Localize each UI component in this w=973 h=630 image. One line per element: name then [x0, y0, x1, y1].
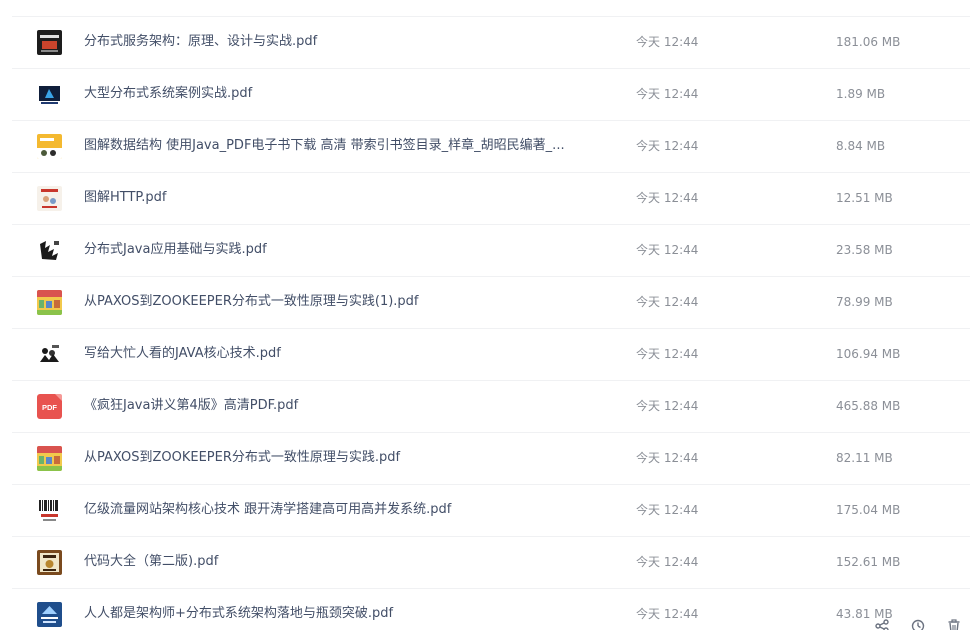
file-row[interactable]: 图解数据结构 使用Java_PDF电子书下载 高清 带索引书签目录_样章_胡昭民…	[12, 121, 970, 173]
book-cover-icon	[37, 342, 62, 367]
file-name[interactable]: 图解数据结构 使用Java_PDF电子书下载 高清 带索引书签目录_样章_胡昭民…	[84, 136, 604, 156]
file-time: 今天 12:44	[636, 35, 699, 49]
file-size: 152.61 MB	[836, 555, 901, 569]
book-cover-icon	[37, 238, 62, 263]
book-cover-icon	[37, 134, 62, 159]
book-cover-icon	[37, 186, 62, 211]
file-name[interactable]: 人人都是架构师+分布式系统架构落地与瓶颈突破.pdf	[84, 604, 604, 624]
file-size: 181.06 MB	[836, 35, 901, 49]
history-icon[interactable]	[911, 618, 925, 630]
file-time: 今天 12:44	[636, 399, 699, 413]
file-row[interactable]: 从PAXOS到ZOOKEEPER分布式一致性原理与实践.pdf 今天 12:44…	[12, 433, 970, 485]
file-row[interactable]: 分布式服务架构：原理、设计与实战.pdf 今天 12:44 181.06 MB	[12, 16, 970, 69]
file-time: 今天 12:44	[636, 347, 699, 361]
book-cover-icon	[37, 550, 62, 575]
file-row[interactable]: 代码大全（第二版).pdf 今天 12:44 152.61 MB	[12, 537, 970, 589]
file-size: 106.94 MB	[836, 347, 901, 361]
file-time: 今天 12:44	[636, 243, 699, 257]
file-row[interactable]: 从PAXOS到ZOOKEEPER分布式一致性原理与实践(1).pdf 今天 12…	[12, 277, 970, 329]
file-name[interactable]: 分布式服务架构：原理、设计与实战.pdf	[84, 32, 604, 52]
book-cover-icon	[37, 498, 62, 523]
file-name[interactable]: 亿级流量网站架构核心技术 跟开涛学搭建高可用高并发系统.pdf	[84, 500, 604, 520]
file-size: 23.58 MB	[836, 243, 893, 257]
pdf-badge-label: PDF	[42, 403, 57, 412]
share-icon[interactable]	[875, 618, 889, 630]
book-cover-icon	[37, 82, 62, 107]
file-time: 今天 12:44	[636, 451, 699, 465]
file-name[interactable]: 代码大全（第二版).pdf	[84, 552, 604, 572]
file-time: 今天 12:44	[636, 295, 699, 309]
file-row[interactable]: 人人都是架构师+分布式系统架构落地与瓶颈突破.pdf 今天 12:44 43.8…	[12, 589, 970, 630]
file-time: 今天 12:44	[636, 503, 699, 517]
book-cover-icon	[37, 290, 62, 315]
file-time: 今天 12:44	[636, 139, 699, 153]
file-time: 今天 12:44	[636, 191, 699, 205]
file-name[interactable]: 《疯狂Java讲义第4版》高清PDF.pdf	[84, 396, 604, 416]
file-time: 今天 12:44	[636, 87, 699, 101]
book-cover-icon	[37, 602, 62, 627]
file-list: 分布式服务架构：原理、设计与实战.pdf 今天 12:44 181.06 MB …	[0, 0, 973, 630]
file-size: 1.89 MB	[836, 87, 886, 101]
file-row[interactable]: 亿级流量网站架构核心技术 跟开涛学搭建高可用高并发系统.pdf 今天 12:44…	[12, 485, 970, 537]
file-name[interactable]: 写给大忙人看的JAVA核心技术.pdf	[84, 344, 604, 364]
file-name[interactable]: 分布式Java应用基础与实践.pdf	[84, 240, 604, 260]
file-name[interactable]: 从PAXOS到ZOOKEEPER分布式一致性原理与实践(1).pdf	[84, 292, 604, 312]
file-size: 175.04 MB	[836, 503, 901, 517]
file-row[interactable]: 图解HTTP.pdf 今天 12:44 12.51 MB	[12, 173, 970, 225]
file-size: 82.11 MB	[836, 451, 893, 465]
book-cover-icon	[37, 30, 62, 55]
file-time: 今天 12:44	[636, 607, 699, 621]
pdf-file-icon: PDF	[37, 394, 62, 419]
file-name[interactable]: 从PAXOS到ZOOKEEPER分布式一致性原理与实践.pdf	[84, 448, 604, 468]
file-row[interactable]: PDF 《疯狂Java讲义第4版》高清PDF.pdf 今天 12:44 465.…	[12, 381, 970, 433]
book-cover-icon	[37, 446, 62, 471]
bottom-toolbar	[855, 618, 965, 630]
file-row[interactable]: 大型分布式系统案例实战.pdf 今天 12:44 1.89 MB	[12, 69, 970, 121]
file-row[interactable]: 分布式Java应用基础与实践.pdf 今天 12:44 23.58 MB	[12, 225, 970, 277]
file-name[interactable]: 大型分布式系统案例实战.pdf	[84, 84, 604, 104]
file-size: 465.88 MB	[836, 399, 901, 413]
file-time: 今天 12:44	[636, 555, 699, 569]
file-row[interactable]: 写给大忙人看的JAVA核心技术.pdf 今天 12:44 106.94 MB	[12, 329, 970, 381]
file-size: 8.84 MB	[836, 139, 886, 153]
delete-icon[interactable]	[947, 618, 961, 630]
file-size: 12.51 MB	[836, 191, 893, 205]
file-name[interactable]: 图解HTTP.pdf	[84, 188, 604, 208]
file-size: 78.99 MB	[836, 295, 893, 309]
